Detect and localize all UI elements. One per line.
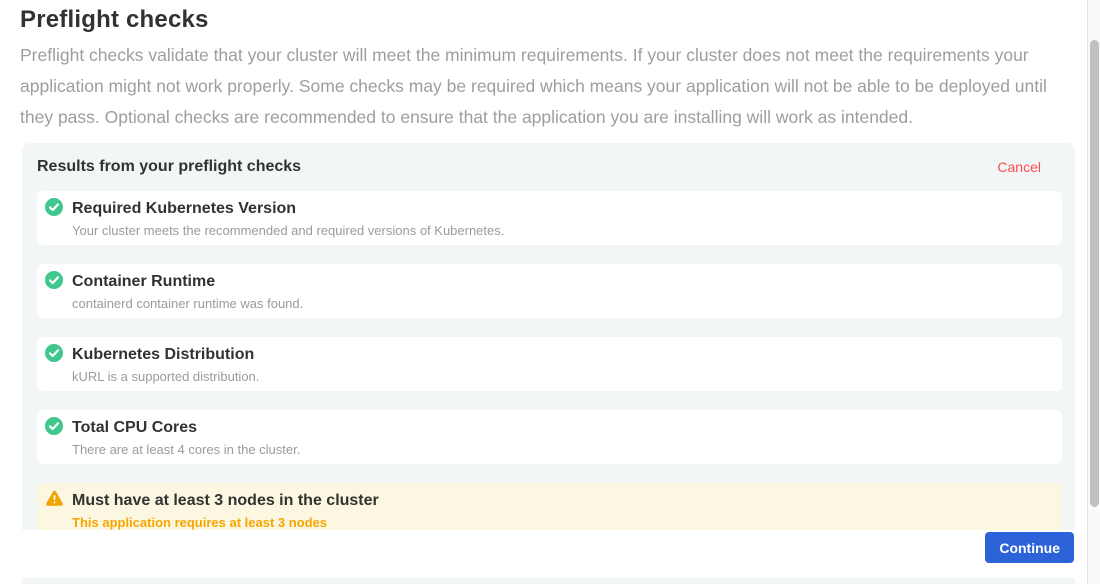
check-passed-icon	[45, 198, 64, 217]
check-message: This application requires at least 3 nod…	[72, 515, 1050, 531]
page-title: Preflight checks	[20, 6, 209, 34]
check-title: Kubernetes Distribution	[72, 345, 1050, 365]
check-row: Required Kubernetes Version Your cluster…	[37, 191, 1062, 245]
vertical-scrollbar[interactable]	[1087, 0, 1100, 584]
warning-icon	[45, 490, 64, 509]
check-passed-icon	[45, 417, 64, 436]
check-title: Total CPU Cores	[72, 418, 1050, 438]
check-title: Container Runtime	[72, 272, 1050, 292]
cancel-link[interactable]: Cancel	[997, 159, 1041, 175]
check-list: Required Kubernetes Version Your cluster…	[22, 176, 1075, 537]
check-passed-icon	[45, 344, 64, 363]
check-message: Your cluster meets the recommended and r…	[72, 223, 1050, 239]
check-title: Must have at least 3 nodes in the cluste…	[72, 491, 1050, 511]
preflight-results-panel: Results from your preflight checks Cance…	[22, 143, 1075, 584]
continue-button[interactable]: Continue	[985, 532, 1074, 563]
check-row: Container Runtime containerd container r…	[37, 264, 1062, 318]
panel-header: Results from your preflight checks Cance…	[22, 143, 1075, 176]
check-title: Required Kubernetes Version	[72, 199, 1050, 219]
check-row: Must have at least 3 nodes in the cluste…	[37, 483, 1062, 537]
check-row: Total CPU Cores There are at least 4 cor…	[37, 410, 1062, 464]
check-message: containerd container runtime was found.	[72, 296, 1050, 312]
check-passed-icon	[45, 271, 64, 290]
scrollbar-thumb[interactable]	[1090, 40, 1099, 507]
panel-heading: Results from your preflight checks	[37, 158, 301, 176]
check-message: kURL is a supported distribution.	[72, 369, 1050, 385]
footer-bar: Continue	[0, 530, 1087, 578]
check-row: Kubernetes Distribution kURL is a suppor…	[37, 337, 1062, 391]
check-message: There are at least 4 cores in the cluste…	[72, 442, 1050, 458]
page-description: Preflight checks validate that your clus…	[20, 40, 1065, 133]
